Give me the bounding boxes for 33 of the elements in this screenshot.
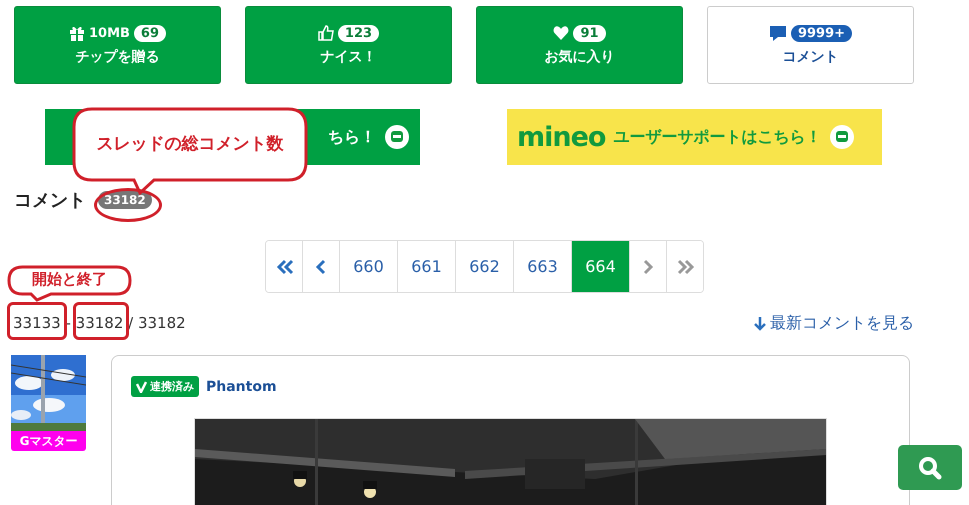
heart-icon bbox=[553, 25, 570, 41]
comment-button[interactable]: 9999+ コメント bbox=[707, 6, 914, 84]
count-badge: 9999+ bbox=[790, 24, 852, 42]
like-button[interactable]: 123 ナイス！ bbox=[245, 6, 452, 84]
thumbs-up-icon bbox=[318, 25, 334, 41]
chat-icon bbox=[829, 124, 856, 150]
highlight-frame bbox=[73, 302, 129, 340]
highlight-ellipse bbox=[94, 188, 162, 222]
section-title: コメント bbox=[14, 189, 86, 212]
chevron-icon bbox=[676, 258, 694, 276]
count-badge: 33182 bbox=[98, 191, 152, 209]
chat-icon bbox=[384, 124, 410, 150]
size-label: 10MB bbox=[88, 26, 130, 40]
latest-comments-link[interactable]: 最新コメントを見る bbox=[754, 312, 914, 334]
author-link[interactable]: Phantom bbox=[206, 378, 277, 394]
count-badge: 91 bbox=[573, 24, 606, 42]
gift-icon bbox=[68, 25, 85, 41]
tip-button[interactable]: 10MB 69 チップを贈る bbox=[14, 6, 221, 84]
check-icon bbox=[136, 380, 147, 392]
speech-bubble-icon bbox=[768, 24, 787, 42]
search-button[interactable] bbox=[898, 445, 962, 490]
chevron-icon bbox=[274, 258, 294, 276]
favorite-button[interactable]: 91 お気に入り bbox=[476, 6, 683, 84]
down-arrow-icon bbox=[754, 316, 766, 330]
page-button[interactable]: 664 bbox=[571, 241, 629, 292]
search-icon bbox=[918, 456, 942, 480]
callout-text: 開始と終了 bbox=[32, 270, 107, 289]
count-badge: 123 bbox=[338, 24, 380, 42]
callout-text: スレッドの総コメント数 bbox=[96, 133, 284, 155]
linked-badge: 連携済み bbox=[131, 376, 199, 397]
highlight-frame bbox=[7, 302, 67, 340]
rank-label: Gマスター bbox=[11, 431, 86, 451]
count-badge: 69 bbox=[134, 24, 166, 42]
